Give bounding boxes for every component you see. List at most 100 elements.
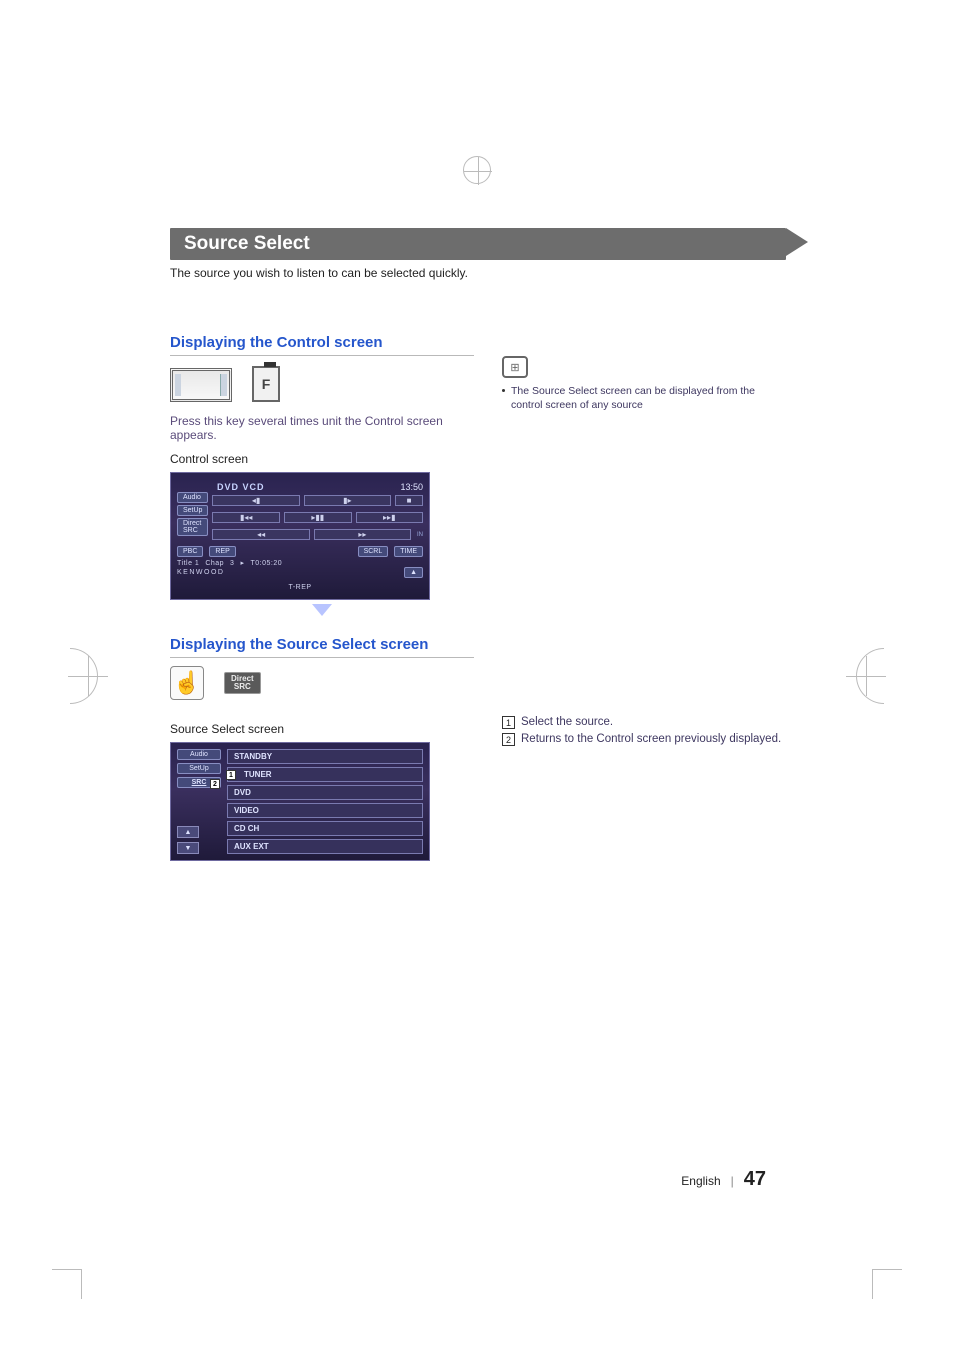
cs-status-num: 3 bbox=[230, 560, 234, 567]
f-button-label: F bbox=[262, 376, 271, 392]
cs-header-row: DVD VCD 13:50 bbox=[177, 482, 423, 492]
cs-mode-row: PBC REP SCRL TIME bbox=[177, 546, 423, 557]
cs-direct-src-button[interactable]: Direct SRC bbox=[177, 518, 208, 536]
cs-status-play-icon: ▸ bbox=[240, 559, 244, 567]
cs-brand-row: KENWOOD ▲ bbox=[177, 567, 423, 578]
crop-mark-left bbox=[74, 662, 102, 690]
cs-eject-button[interactable]: ▲ bbox=[404, 567, 423, 578]
sss-scroll-buttons: ▲ ▼ bbox=[177, 826, 221, 854]
cs-trep-row: T-REP bbox=[177, 582, 423, 591]
sss-setup-button[interactable]: SetUp bbox=[177, 763, 221, 774]
cs-stop-button[interactable]: ■ bbox=[395, 495, 423, 506]
crop-mark-top bbox=[463, 156, 491, 184]
callout-badge-1: 1 bbox=[226, 770, 236, 780]
manual-page: Source Select The source you wish to lis… bbox=[0, 0, 954, 1351]
control-screen-mock: DVD VCD 13:50 Audio SetUp Direct SRC bbox=[170, 472, 430, 600]
source-select-screen-mock: Audio SetUp SRC 2 ▲ ▼ bbox=[170, 742, 430, 861]
crop-corner-br bbox=[872, 1269, 902, 1299]
cs-status-time: T0:05:20 bbox=[250, 560, 282, 567]
sss-item-video[interactable]: VIDEO bbox=[227, 803, 423, 818]
sss-item-tuner[interactable]: 1 TUNER bbox=[227, 767, 423, 782]
cs-scrl-button[interactable]: SCRL bbox=[358, 546, 389, 557]
right-column: ⊞ The Source Select screen can be displa… bbox=[502, 334, 786, 861]
sss-item-auxext[interactable]: AUX EXT bbox=[227, 839, 423, 854]
crop-corner-bl bbox=[52, 1269, 82, 1299]
cs-status-title: Title 1 bbox=[177, 560, 199, 567]
cs-ffwd-button[interactable]: ▸▸ bbox=[314, 529, 411, 540]
cs-time-button[interactable]: TIME bbox=[394, 546, 423, 557]
callout-text-1: Select the source. bbox=[521, 716, 613, 728]
callout-row-1: 1 Select the source. bbox=[502, 716, 786, 729]
callout-badge-2: 2 bbox=[210, 779, 220, 789]
sss-scroll-down-button[interactable]: ▼ bbox=[177, 842, 199, 854]
press-instruction: Press this key several times unit the Co… bbox=[170, 414, 474, 442]
faceplate-button[interactable] bbox=[170, 368, 232, 402]
f-button[interactable]: F bbox=[252, 366, 280, 402]
cs-step-back-button[interactable]: ◂▮ bbox=[212, 495, 299, 506]
left-column: Displaying the Control screen F Press th… bbox=[170, 334, 474, 861]
footer-page-number: 47 bbox=[744, 1168, 766, 1191]
block-displaying-source-select: Displaying the Source Select screen ☝ Di… bbox=[170, 636, 474, 861]
sss-item-tuner-label: TUNER bbox=[244, 770, 272, 779]
callout-number-1: 1 bbox=[502, 716, 515, 729]
page-footer: English | 47 bbox=[681, 1168, 766, 1191]
heading-control-screen: Displaying the Control screen bbox=[170, 334, 474, 351]
cs-rewind-button[interactable]: ◂◂ bbox=[212, 529, 309, 540]
cs-transport-grid: ◂▮ ▮▸ ■ ▮◂◂ ▸▮▮ ▸▸▮ ◂◂ bbox=[212, 492, 423, 540]
cs-audio-button[interactable]: Audio bbox=[177, 492, 208, 503]
sss-item-dvd[interactable]: DVD bbox=[227, 785, 423, 800]
heading-rule bbox=[170, 355, 474, 356]
cs-playpause-button[interactable]: ▸▮▮ bbox=[284, 512, 352, 523]
sss-item-standby[interactable]: STANDBY bbox=[227, 749, 423, 764]
hardware-buttons-row: F bbox=[170, 366, 474, 402]
note-bullet-row: The Source Select screen can be displaye… bbox=[502, 384, 786, 412]
callout-text-2: Returns to the Control screen previously… bbox=[521, 733, 781, 745]
crop-mark-right bbox=[852, 662, 880, 690]
section-title: Source Select bbox=[184, 233, 310, 254]
cs-status-row: Title 1 Chap 3 ▸ T0:05:20 bbox=[177, 559, 423, 567]
footer-language: English bbox=[681, 1174, 720, 1188]
callout-list: 1 Select the source. 2 Returns to the Co… bbox=[502, 716, 786, 746]
src-tab-icon bbox=[264, 362, 276, 367]
cs-pbc-button[interactable]: PBC bbox=[177, 546, 203, 557]
section-intro: The source you wish to listen to can be … bbox=[170, 266, 786, 280]
down-arrow-icon bbox=[312, 604, 332, 616]
block-displaying-control-screen: Displaying the Control screen F Press th… bbox=[170, 334, 474, 616]
heading-rule-2 bbox=[170, 657, 474, 658]
cs-trep-label: T-REP bbox=[288, 584, 311, 591]
section-title-bar: Source Select bbox=[170, 228, 786, 260]
callout-row-2: 2 Returns to the Control screen previous… bbox=[502, 733, 786, 746]
heading-source-select: Displaying the Source Select screen bbox=[170, 636, 474, 653]
cs-in-indicator: IN bbox=[417, 532, 423, 538]
direct-src-touch-button[interactable]: Direct SRC bbox=[224, 672, 261, 694]
cs-body: Audio SetUp Direct SRC ◂▮ ▮▸ ■ bbox=[177, 492, 423, 540]
sss-src-button-wrap: SRC 2 bbox=[177, 777, 221, 788]
cs-title: DVD VCD bbox=[217, 482, 265, 492]
cs-status-chap: Chap bbox=[205, 560, 224, 567]
touch-instruction-row: ☝ Direct SRC bbox=[170, 666, 474, 700]
control-screen-label: Control screen bbox=[170, 452, 474, 466]
cs-clock: 13:50 bbox=[400, 482, 423, 492]
cs-row3: ◂◂ ▸▸ IN bbox=[212, 529, 423, 540]
sss-side-column: Audio SetUp SRC 2 ▲ ▼ bbox=[177, 749, 221, 854]
cs-rep-button[interactable]: REP bbox=[209, 546, 235, 557]
page-content: Source Select The source you wish to lis… bbox=[170, 228, 786, 861]
touch-hand-icon: ☝ bbox=[170, 666, 204, 700]
callout-number-2: 2 bbox=[502, 733, 515, 746]
cs-brand: KENWOOD bbox=[177, 569, 224, 576]
sss-scroll-up-button[interactable]: ▲ bbox=[177, 826, 199, 838]
sss-audio-button[interactable]: Audio bbox=[177, 749, 221, 760]
two-column-layout: Displaying the Control screen F Press th… bbox=[170, 334, 786, 861]
sss-source-list: STANDBY 1 TUNER DVD VIDEO CD CH AUX EXT bbox=[227, 749, 423, 854]
cs-setup-button[interactable]: SetUp bbox=[177, 505, 208, 516]
source-select-screen-label: Source Select screen bbox=[170, 722, 474, 736]
cs-next-button[interactable]: ▸▸▮ bbox=[356, 512, 424, 523]
note-text: The Source Select screen can be displaye… bbox=[511, 384, 786, 412]
cs-row2: ▮◂◂ ▸▮▮ ▸▸▮ bbox=[212, 512, 423, 523]
sss-item-cdch[interactable]: CD CH bbox=[227, 821, 423, 836]
footer-separator: | bbox=[731, 1174, 734, 1188]
cs-step-fwd-button[interactable]: ▮▸ bbox=[304, 495, 391, 506]
cs-prev-button[interactable]: ▮◂◂ bbox=[212, 512, 280, 523]
cs-side-buttons: Audio SetUp Direct SRC bbox=[177, 492, 208, 540]
bullet-icon bbox=[502, 389, 505, 392]
